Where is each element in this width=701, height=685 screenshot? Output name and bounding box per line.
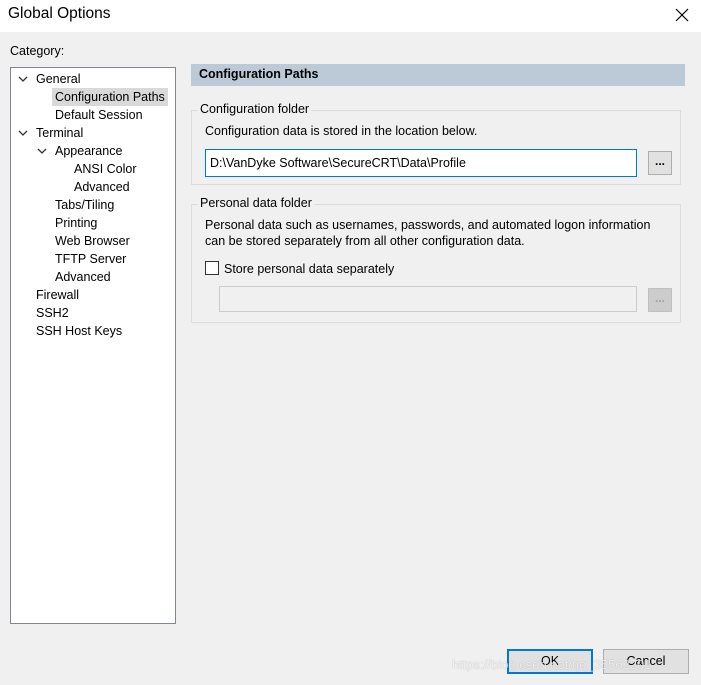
ok-button[interactable]: OK xyxy=(507,649,593,674)
close-button[interactable] xyxy=(668,4,696,26)
window-title: Global Options xyxy=(8,5,111,22)
chevron-down-icon[interactable] xyxy=(18,128,28,138)
category-label: Category: xyxy=(10,44,65,58)
configuration-path-input[interactable] xyxy=(205,149,637,177)
close-icon xyxy=(675,8,689,22)
personal-data-folder-legend: Personal data folder xyxy=(198,196,314,210)
tree-item-configuration-paths[interactable]: Configuration Paths xyxy=(52,88,168,106)
tree-item-firewall[interactable]: Firewall xyxy=(33,286,82,304)
tree-item-default-session[interactable]: Default Session xyxy=(52,106,146,124)
tree-item-printing[interactable]: Printing xyxy=(52,214,100,232)
configuration-folder-legend: Configuration folder xyxy=(198,102,312,116)
tree-item-appearance-advanced[interactable]: Advanced xyxy=(71,178,133,196)
tree-item-general[interactable]: General xyxy=(33,70,83,88)
personal-data-description-line2: can be stored separately from all other … xyxy=(205,234,525,248)
personal-data-path-input[interactable] xyxy=(219,286,637,312)
cancel-button[interactable]: Cancel xyxy=(603,649,689,674)
personal-data-description-line1: Personal data such as usernames, passwor… xyxy=(205,218,651,232)
panel-title: Configuration Paths xyxy=(199,67,319,81)
tree-item-ssh2[interactable]: SSH2 xyxy=(33,304,72,322)
tree-item-terminal-advanced[interactable]: Advanced xyxy=(52,268,114,286)
title-bar: Global Options xyxy=(0,0,701,32)
panel-header: Configuration Paths xyxy=(191,64,685,86)
tree-item-terminal[interactable]: Terminal xyxy=(33,124,86,142)
tree-item-ssh-host-keys[interactable]: SSH Host Keys xyxy=(33,322,125,340)
tree-item-tabs-tiling[interactable]: Tabs/Tiling xyxy=(52,196,117,214)
category-tree[interactable]: General Configuration Paths Default Sess… xyxy=(10,67,176,624)
tree-item-web-browser[interactable]: Web Browser xyxy=(52,232,133,250)
store-personal-data-label[interactable]: Store personal data separately xyxy=(224,262,394,276)
store-personal-data-checkbox[interactable] xyxy=(205,261,219,275)
chevron-down-icon[interactable] xyxy=(18,74,28,84)
personal-data-browse-button[interactable]: ... xyxy=(648,288,672,312)
configuration-folder-description: Configuration data is stored in the loca… xyxy=(205,124,478,138)
tree-item-appearance[interactable]: Appearance xyxy=(52,142,125,160)
tree-item-tftp-server[interactable]: TFTP Server xyxy=(52,250,129,268)
chevron-down-icon[interactable] xyxy=(37,146,47,156)
tree-item-ansi-color[interactable]: ANSI Color xyxy=(71,160,140,178)
configuration-browse-button[interactable]: ... xyxy=(648,151,672,175)
